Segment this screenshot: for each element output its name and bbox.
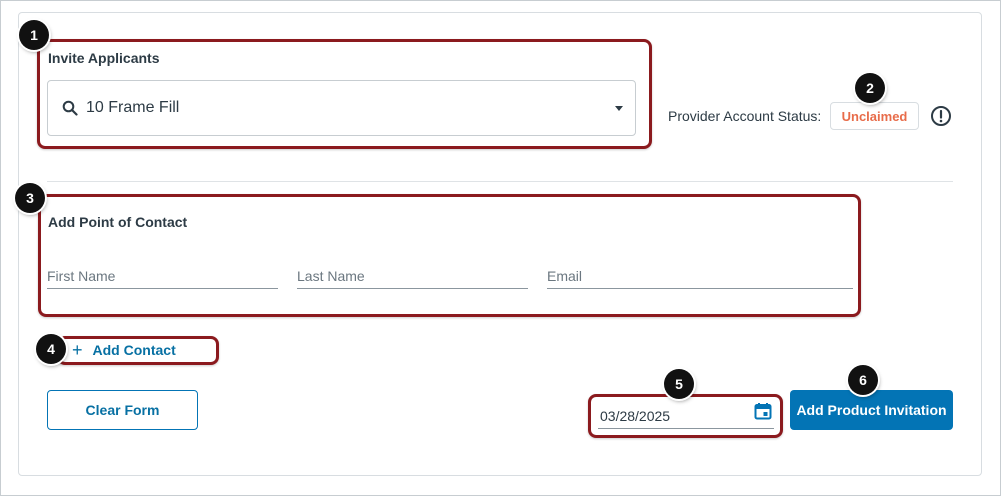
add-product-invitation-button[interactable]: Add Product Invitation: [790, 390, 953, 430]
clear-form-button[interactable]: Clear Form: [47, 390, 198, 430]
callout-marker-2: 2: [855, 73, 885, 103]
exclamation-circle-icon[interactable]: [930, 105, 952, 127]
status-badge: Unclaimed: [830, 102, 919, 130]
callout-box-invite: [37, 39, 652, 149]
callout-marker-3: 3: [15, 183, 45, 213]
callout-box-date: [588, 394, 783, 438]
callout-box-contact: [38, 194, 861, 317]
callout-marker-5: 5: [664, 369, 694, 399]
callout-marker-4: 4: [36, 334, 66, 364]
callout-marker-1: 1: [19, 20, 49, 50]
section-divider: [47, 181, 953, 182]
callout-marker-6: 6: [848, 365, 878, 395]
provider-account-status-label: Provider Account Status:: [668, 108, 822, 124]
callout-box-add-contact: [57, 336, 219, 365]
